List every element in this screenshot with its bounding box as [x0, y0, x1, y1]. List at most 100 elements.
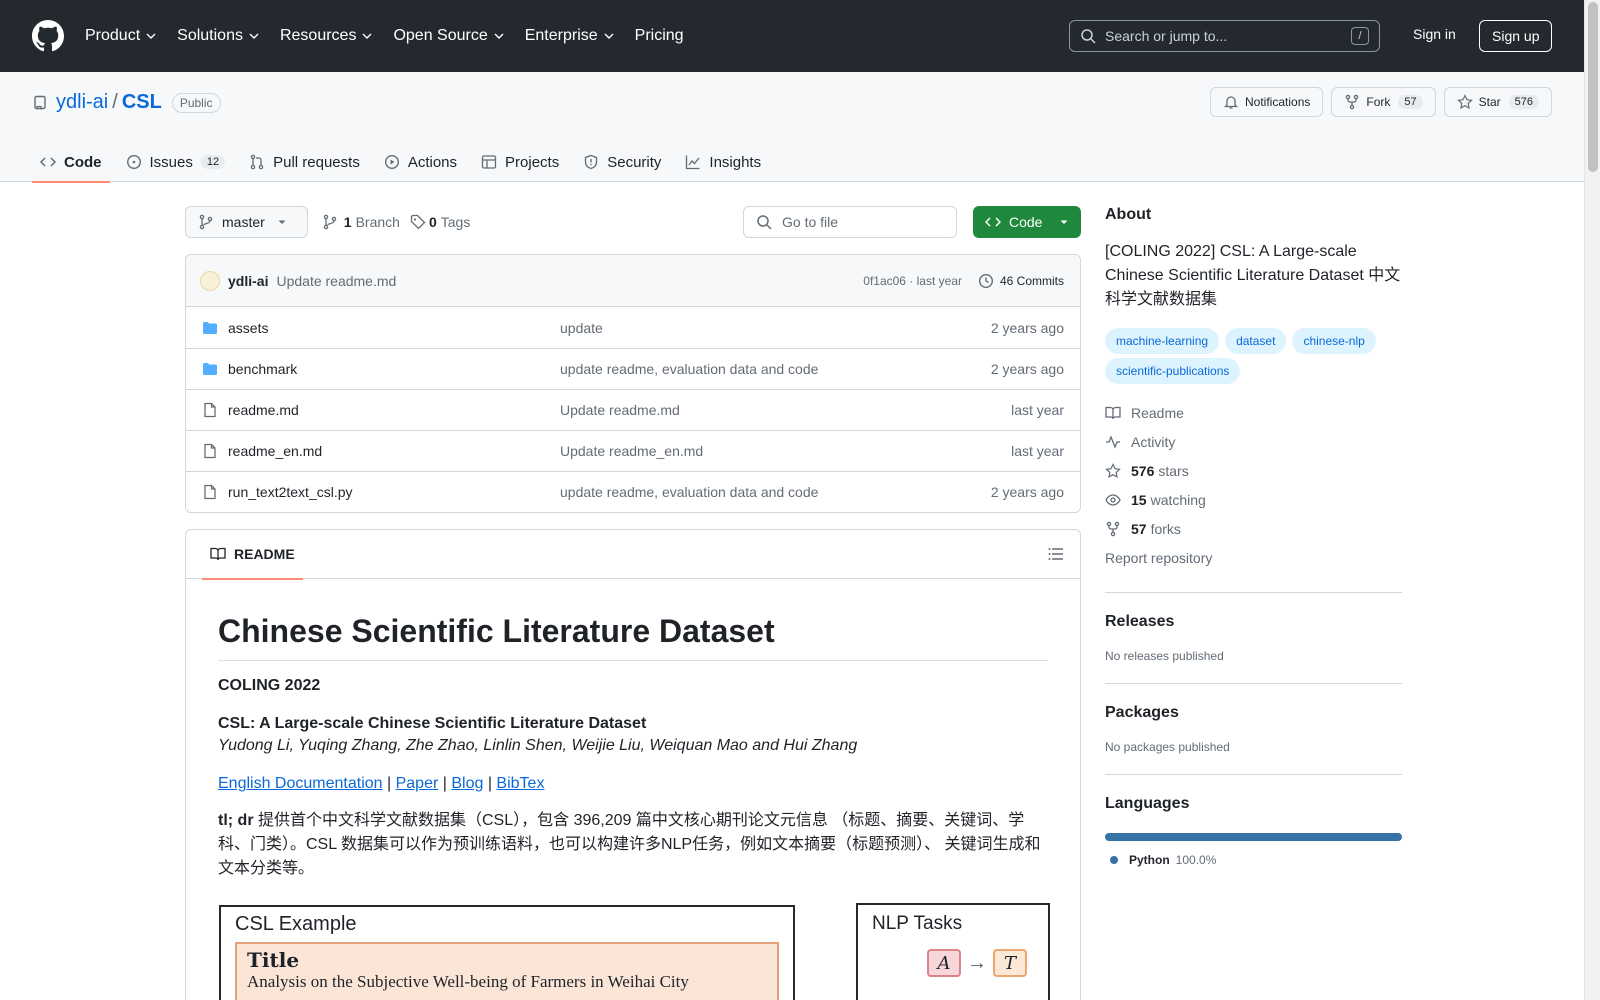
repo-owner-link[interactable]: ydli-ai	[56, 91, 108, 114]
tldr-paragraph: tl; dr 提供首个中文科学文献数据集（CSL），包含 396,209 篇中文…	[218, 812, 1041, 877]
file-age: last year	[1011, 443, 1064, 459]
activity-link[interactable]: Activity	[1105, 427, 1402, 456]
nlp-tasks-figure: NLP Tasks A → T	[856, 903, 1050, 1000]
go-to-file-input[interactable]: Go to file	[743, 206, 957, 238]
topic-tag[interactable]: scientific-publications	[1105, 358, 1241, 384]
figure-title-box: Title Analysis on the Subjective Well-be…	[235, 942, 779, 1000]
conference-label: COLING 2022	[218, 677, 321, 694]
nav-pricing[interactable]: Pricing	[635, 27, 684, 45]
readme-header: README	[186, 530, 1080, 580]
paper-link[interactable]: Paper	[396, 775, 439, 792]
scrollbar-thumb[interactable]	[1588, 2, 1598, 172]
report-repository-link[interactable]: Report repository	[1105, 543, 1402, 572]
readme-tab[interactable]: README	[202, 530, 303, 580]
nav-resources[interactable]: Resources	[280, 27, 373, 45]
file-commit-link[interactable]: update readme, evaluation data and code	[560, 484, 991, 500]
stars-link[interactable]: 576 stars	[1105, 456, 1402, 485]
github-logo-icon[interactable]	[32, 20, 64, 52]
topic-tag[interactable]: dataset	[1225, 328, 1287, 354]
table-row[interactable]: benchmark update readme, evaluation data …	[186, 348, 1080, 389]
search-input[interactable]: Search or jump to... /	[1069, 20, 1380, 52]
sign-in-link[interactable]: Sign in	[1413, 26, 1456, 42]
file-age: 2 years ago	[990, 484, 1064, 500]
language-bar	[1105, 833, 1402, 841]
file-age: last year	[1011, 402, 1064, 418]
readme-heading: Chinese Scientific Literature Dataset	[218, 579, 1048, 661]
search-icon	[1081, 29, 1096, 44]
tab-pull-requests[interactable]: Pull requests	[241, 142, 368, 182]
languages-section: Languages Python 100.0%	[1105, 774, 1402, 867]
code-dropdown-button[interactable]: Code	[973, 206, 1081, 238]
releases-heading[interactable]: Releases	[1105, 613, 1402, 631]
issue-icon	[126, 154, 141, 170]
readme-figures: CSL Example Title Analysis on the Subjec…	[218, 897, 1050, 1000]
language-item[interactable]: Python 100.0%	[1105, 853, 1402, 867]
star-button[interactable]: Star 576	[1443, 87, 1552, 117]
star-icon	[1105, 462, 1121, 478]
commits-history-link[interactable]: 46 Commits	[978, 273, 1064, 289]
topic-tag[interactable]: chinese-nlp	[1292, 328, 1376, 354]
tags-link[interactable]: 0 Tags	[410, 214, 470, 230]
commit-author-link[interactable]: ydli-ai	[228, 273, 268, 289]
blog-link[interactable]: Blog	[451, 775, 483, 792]
english-documentation-link[interactable]: English Documentation	[218, 775, 383, 792]
file-name-link[interactable]: readme.md	[228, 402, 560, 418]
commit-hash-time[interactable]: 0f1ac06 · last year	[863, 274, 962, 288]
avatar[interactable]	[200, 270, 220, 291]
file-commit-link[interactable]: Update readme.md	[560, 402, 1011, 418]
book-icon	[1105, 406, 1121, 419]
languages-heading: Languages	[1105, 795, 1190, 812]
file-commit-link[interactable]: update	[560, 320, 991, 336]
branches-link[interactable]: 1 Branch	[322, 214, 400, 230]
topic-tag[interactable]: machine-learning	[1105, 328, 1220, 354]
table-icon	[481, 155, 497, 169]
nav-open-source[interactable]: Open Source	[393, 27, 504, 45]
nav-product[interactable]: Product	[85, 27, 157, 45]
file-commit-link[interactable]: Update readme_en.md	[560, 443, 1011, 459]
file-name-link[interactable]: run_text2text_csl.py	[228, 484, 560, 500]
packages-empty-text: No packages published	[1105, 740, 1230, 754]
tab-actions[interactable]: Actions	[376, 142, 465, 182]
table-row[interactable]: run_text2text_csl.py update readme, evalu…	[186, 471, 1080, 512]
nav-enterprise[interactable]: Enterprise	[525, 27, 615, 45]
bibtex-link[interactable]: BibTex	[496, 775, 544, 792]
commit-message-link[interactable]: Update readme.md	[276, 273, 396, 289]
page-scrollbar[interactable]	[1584, 0, 1600, 1000]
file-browser: ydli-ai Update readme.md 0f1ac06 · last …	[185, 254, 1081, 513]
forks-link[interactable]: 57 forks	[1105, 514, 1402, 543]
file-commit-link[interactable]: update readme, evaluation data and code	[560, 361, 991, 377]
table-row[interactable]: readme.md Update readme.md last year	[186, 389, 1080, 430]
repo-name-link[interactable]: CSL	[122, 91, 162, 114]
sign-up-button[interactable]: Sign up	[1479, 20, 1553, 52]
tab-projects[interactable]: Projects	[473, 142, 567, 182]
branch-selector[interactable]: master	[185, 206, 308, 238]
notifications-button[interactable]: Notifications	[1210, 87, 1324, 117]
tab-insights[interactable]: Insights	[677, 142, 769, 182]
graph-icon	[686, 155, 700, 170]
packages-heading[interactable]: Packages	[1105, 704, 1402, 722]
chevron-down-icon	[604, 33, 614, 39]
file-name-link[interactable]: assets	[228, 320, 560, 336]
table-row[interactable]: readme_en.md Update readme_en.md last year	[186, 430, 1080, 471]
tab-issues[interactable]: Issues 12	[118, 142, 234, 182]
repo-actions: Notifications Fork 57 Star 576	[1210, 87, 1552, 117]
readme-links: English Documentation | Paper | Blog | B…	[218, 775, 545, 792]
table-row[interactable]: assets update 2 years ago	[186, 307, 1080, 348]
readme-link[interactable]: Readme	[1105, 398, 1402, 427]
code-icon	[40, 157, 56, 167]
fork-button[interactable]: Fork 57	[1331, 87, 1436, 117]
figure-title: NLP Tasks	[872, 913, 963, 934]
tab-security[interactable]: Security	[575, 142, 669, 182]
watchers-link[interactable]: 15 watching	[1105, 485, 1402, 514]
about-links: Readme Activity 576 stars 15 watching 57 fo…	[1105, 398, 1402, 572]
caret-down-icon	[278, 220, 286, 224]
file-age: 2 years ago	[990, 319, 1064, 336]
file-name-link[interactable]: readme_en.md	[228, 443, 560, 459]
tab-code[interactable]: Code	[32, 142, 110, 183]
nav-solutions[interactable]: Solutions	[177, 27, 260, 45]
file-name-link[interactable]: benchmark	[228, 361, 560, 377]
visibility-badge: Public	[171, 92, 221, 113]
pull-request-icon	[250, 154, 264, 170]
table-of-contents-icon[interactable]	[1048, 546, 1064, 562]
latest-commit-bar: ydli-ai Update readme.md 0f1ac06 · last …	[186, 255, 1080, 307]
